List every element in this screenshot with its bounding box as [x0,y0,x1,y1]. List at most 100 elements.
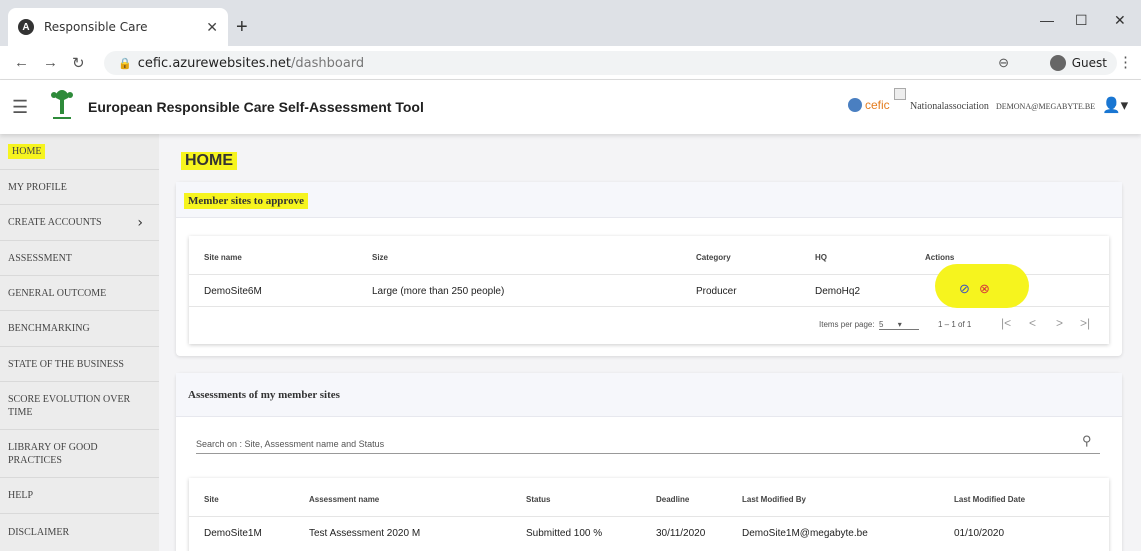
sidebar: HOME MY PROFILE CREATE ACCOUNTS › ASSESS… [0,134,159,551]
search-placeholder: Search on : Site, Assessment name and St… [196,439,385,449]
cefic-logo-icon [848,98,862,112]
lock-icon: 🔒 [118,56,132,70]
tab-title: Responsible Care [44,20,148,34]
next-page-icon[interactable]: > [1056,316,1063,330]
responsible-care-logo [51,90,73,119]
assessments-card-title: Assessments of my member sites [188,389,340,401]
sidebar-item-label: HELP [8,490,33,501]
guest-label: Guest [1071,56,1107,70]
column-header: Last Modified Date [954,495,1026,504]
guest-avatar-icon [1049,55,1066,71]
cell-category: Producer [696,286,737,297]
column-header: Actions [925,253,955,262]
column-header: Last Modified By [742,495,807,504]
user-account-icon[interactable]: 👤▾ [1102,96,1128,114]
zoom-icon[interactable]: ⊖ [998,55,1009,71]
search-icon[interactable]: ⚲ [1082,433,1092,449]
sidebar-item-general-outcome[interactable]: GENERAL OUTCOME [0,276,159,311]
back-icon[interactable]: ← [14,54,29,71]
cefic-logo-text: cefic [865,98,890,112]
page-title: HOME [181,152,237,170]
cell-size: Large (more than 250 people) [372,286,505,297]
items-per-page-label: Items per page: [819,320,875,329]
hamburger-menu-icon[interactable]: ☰ [12,97,28,118]
guest-profile-button[interactable]: Guest [1039,51,1117,75]
assessments-table: Site Assessment name Status Deadline Las… [189,478,1109,551]
sidebar-item-disclaimer[interactable]: DISCLAIMER [0,514,159,551]
assessments-card-header: Assessments of my member sites [176,373,1122,417]
column-header: Assessment name [309,495,380,504]
sidebar-item-label: HOME [8,144,46,159]
approve-card-header: Member sites to approve [176,182,1122,218]
new-tab-icon[interactable]: + [236,17,248,37]
column-header: HQ [815,253,827,262]
forward-icon[interactable]: → [43,54,58,71]
close-tab-icon[interactable]: ✕ [206,19,218,36]
sidebar-item-help[interactable]: HELP [0,478,159,514]
items-per-page-value: 5 [879,320,884,329]
cell-modified-date: 01/10/2020 [954,528,1005,539]
sidebar-item-label: LIBRARY OF GOOD PRACTICES [8,441,98,466]
main-content: HOME Member sites to approve Site name S… [159,134,1141,551]
column-header: Site [204,495,219,504]
first-page-icon[interactable]: |< [1001,316,1011,330]
url-host: cefic.azurewebsites.net [137,55,292,71]
column-header: Site name [204,253,242,262]
sidebar-item-label: CREATE ACCOUNTS [8,217,102,228]
cell-site: DemoSite1M [204,528,262,539]
sidebar-item-label: SCORE EVOLUTION OVER TIME [8,393,131,418]
cell-assessment-name: Test Assessment 2020 M [309,528,421,539]
last-page-icon[interactable]: >| [1080,316,1090,330]
previous-page-icon[interactable]: < [1029,316,1036,330]
app-header: ☰ European Responsible Care Self-Assessm… [0,80,1141,134]
browser-tabstrip: A Responsible Care ✕ + — ☐ ✕ [0,0,1141,46]
pagination-range: 1 – 1 of 1 [938,320,972,329]
column-header: Category [696,253,731,262]
user-email: DEMONA@MEGABYTE.BE [996,102,1096,111]
cell-deadline: 30/11/2020 [656,528,706,539]
sidebar-item-home[interactable]: HOME [0,134,159,170]
column-header: Deadline [656,495,690,504]
cell-site-name: DemoSite6M [204,286,262,297]
search-underline [196,453,1100,454]
address-bar[interactable]: 🔒 cefic.azurewebsites.net/dashboard [104,51,1104,75]
sidebar-item-my-profile[interactable]: MY PROFILE [0,170,159,205]
cell-modified-by: DemoSite1M@megabyte.be [742,528,868,539]
sidebar-item-label: BENCHMARKING [8,323,90,334]
reload-icon[interactable]: ↻ [72,54,85,72]
minimize-icon[interactable]: — [1040,12,1054,28]
window-close-icon[interactable]: ✕ [1114,12,1126,29]
sidebar-item-label: ASSESSMENT [8,252,72,264]
cell-status: Submitted 100 % [526,528,603,539]
sidebar-item-label: GENERAL OUTCOME [8,287,107,299]
chevron-right-icon: › [137,214,143,231]
browser-toolbar: ← → ↻ 🔒 cefic.azurewebsites.net/dashboar… [0,46,1141,80]
column-header: Status [526,495,551,504]
row-divider [189,516,1109,517]
browser-menu-icon[interactable]: ⋮ [1118,53,1133,71]
cell-hq: DemoHq2 [815,286,861,297]
sidebar-item-assessment[interactable]: ASSESSMENT [0,241,159,276]
sidebar-item-create-accounts[interactable]: CREATE ACCOUNTS › [0,205,159,241]
reject-icon[interactable]: ⊗ [979,281,990,297]
approve-card-title: Member sites to approve [184,193,308,209]
sidebar-item-benchmarking[interactable]: BENCHMARKING [0,311,159,347]
maximize-icon[interactable]: ☐ [1075,12,1088,29]
sidebar-item-state-of-the-business[interactable]: STATE OF THE BUSINESS [0,347,159,382]
browser-tab[interactable]: A Responsible Care ✕ [8,8,228,46]
sidebar-item-label: DISCLAIMER [8,527,70,538]
cefic-logo: cefic [848,98,890,112]
sidebar-item-score-evolution[interactable]: SCORE EVOLUTION OVER TIME [0,382,159,430]
column-header: Size [372,253,389,262]
sidebar-item-label: STATE OF THE BUSINESS [8,358,124,370]
user-role: Nationalassociation [910,101,989,112]
assessments-card: Assessments of my member sites Search on… [176,373,1122,551]
approve-icon[interactable]: ⊘ [959,281,970,297]
sidebar-item-library[interactable]: LIBRARY OF GOOD PRACTICES [0,430,159,478]
items-per-page-select[interactable]: 5 ▾ [879,320,919,330]
app-title: European Responsible Care Self-Assessmen… [88,99,424,115]
sidebar-item-label: MY PROFILE [8,181,67,193]
angular-favicon-icon: A [18,19,34,35]
url-path: /dashboard [291,55,365,71]
broken-image-icon [894,88,906,100]
